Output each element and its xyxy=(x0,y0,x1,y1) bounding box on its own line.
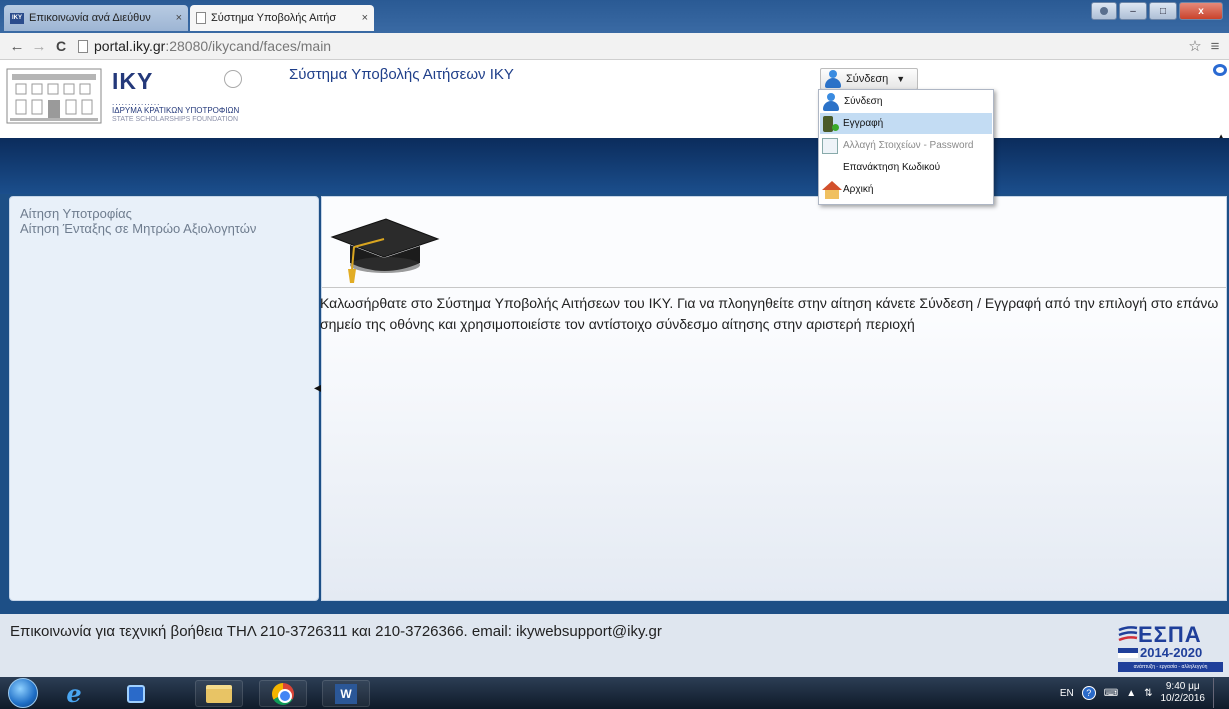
logo-name-greek: ΙΔΡΥΜΑ ΚΡΑΤΙΚΩΝ ΥΠΟΤΡΟΦΙΩΝ xyxy=(112,106,240,115)
browser-menu-icon[interactable]: ≡ xyxy=(1205,38,1225,55)
menu-item-label: Αρχική xyxy=(843,184,874,195)
folder-icon xyxy=(206,684,232,703)
sidebar-item-evaluator-registry[interactable]: Αίτηση Ένταξης σε Μητρώο Αξιολογητών xyxy=(20,221,316,236)
menu-item-label: Επανάκτηση Κωδικού xyxy=(843,162,941,173)
menu-item-label: Σύνδεση xyxy=(844,96,883,107)
support-contact-text: Επικοινωνία για τεχνική βοήθεια ΤΗΛ 210-… xyxy=(10,623,662,640)
search-icon[interactable] xyxy=(1213,64,1227,76)
greek-seal-icon xyxy=(224,70,242,88)
window-controls: – □ x xyxy=(1091,2,1223,20)
clock-date: 10/2/2016 xyxy=(1160,693,1206,704)
building-logo-icon xyxy=(6,68,102,124)
login-menu-button[interactable]: Σύνδεση ▼ xyxy=(820,68,918,90)
taskbar-file-explorer[interactable] xyxy=(195,680,243,707)
show-hidden-icons-icon[interactable]: ▲ xyxy=(1126,688,1136,699)
main-content-panel: Καλωσήρθατε στο Σύστημα Υποβολής Αιτήσεω… xyxy=(320,196,1227,601)
url-host: portal.iky.gr xyxy=(94,38,166,54)
help-icon[interactable]: ? xyxy=(1081,686,1096,700)
chrome-icon xyxy=(272,682,294,705)
close-window-button[interactable]: x xyxy=(1179,2,1223,20)
home-icon xyxy=(822,180,842,199)
user-icon xyxy=(822,92,840,111)
page-title: Σύστημα Υποβολής Αιτήσεων ΙΚΥ xyxy=(289,66,514,83)
menu-item-label: Εγγραφή xyxy=(843,118,884,129)
network-icon[interactable]: ⇅ xyxy=(1144,688,1152,699)
show-desktop-button[interactable] xyxy=(1213,678,1225,708)
word-icon: W xyxy=(335,683,357,704)
keyboard-icon[interactable]: ⌨ xyxy=(1104,688,1118,699)
content-divider xyxy=(322,287,1226,288)
user-icon xyxy=(824,70,842,88)
back-arrow-icon[interactable]: ← xyxy=(6,38,28,55)
system-tray: EN ? ⌨ ▲ ⇅ 9:40 μμ 10/2/2016 xyxy=(1060,677,1225,709)
start-button[interactable] xyxy=(8,678,38,708)
register-icon xyxy=(822,115,840,133)
page-icon xyxy=(78,39,88,53)
iky-favicon-icon: IKY xyxy=(10,12,24,24)
windows-taskbar: e W EN ? ⌨ ▲ ⇅ 9:40 μμ 10/2/2016 xyxy=(0,677,1229,709)
header-band xyxy=(0,138,1229,194)
login-button-label: Σύνδεση xyxy=(846,73,889,85)
menu-item-home[interactable]: Αρχική xyxy=(820,179,992,200)
menu-item-register[interactable]: Εγγραφή xyxy=(820,113,992,134)
taskbar-word[interactable]: W xyxy=(322,680,370,707)
menu-item-recover-password[interactable]: Επανάκτηση Κωδικού xyxy=(820,157,992,178)
iky-logo[interactable]: IKY ............... ΙΔΡΥΜΑ ΚΡΑΤΙΚΩΝ ΥΠΟΤ… xyxy=(4,64,274,128)
tab-close-icon[interactable]: × xyxy=(362,12,368,24)
taskbar-chrome[interactable] xyxy=(259,680,307,707)
tab-title: Σύστημα Υποβολής Αιτήσ xyxy=(211,12,337,24)
eu-flag-icon xyxy=(1118,648,1138,658)
menu-item-login[interactable]: Σύνδεση xyxy=(820,91,992,112)
taskbar-media-player[interactable] xyxy=(112,680,160,707)
espa-logo: ΕΣΠΑ 2014-2020 ανάπτυξη - εργασία - αλλη… xyxy=(1118,622,1223,674)
logo-name-english: STATE SCHOLARSHIPS FOUNDATION xyxy=(112,116,239,123)
clock[interactable]: 9:40 μμ 10/2/2016 xyxy=(1161,681,1206,705)
chevron-down-icon: ▼ xyxy=(896,74,906,84)
graduation-cap-icon xyxy=(330,218,440,283)
browser-tab-strip: IKY Επικοινωνία ανά Διεύθυν × Σύστημα Υπ… xyxy=(0,0,1229,33)
portal-footer: Επικοινωνία για τεχνική βοήθεια ΤΗΛ 210-… xyxy=(0,614,1229,677)
maximize-button[interactable]: □ xyxy=(1149,2,1177,20)
tab-close-icon[interactable]: × xyxy=(176,12,182,24)
left-navigation-panel: Αίτηση Υποτροφίας Αίτηση Ένταξης σε Μητρ… xyxy=(9,196,319,601)
espa-years: 2014-2020 xyxy=(1140,645,1203,660)
address-bar[interactable]: portal.iky.gr :28080/ikycand/faces/main xyxy=(78,38,1185,54)
user-profile-icon[interactable] xyxy=(1091,2,1117,20)
media-player-icon xyxy=(127,684,145,703)
logo-abbreviation: IKY xyxy=(112,68,154,94)
internet-explorer-icon: e xyxy=(66,679,82,708)
browser-toolbar: ← → C portal.iky.gr :28080/ikycand/faces… xyxy=(0,33,1229,60)
clock-time: 9:40 μμ xyxy=(1165,681,1200,692)
edit-icon xyxy=(822,137,838,154)
language-indicator[interactable]: EN xyxy=(1060,688,1074,699)
reload-icon[interactable]: C xyxy=(50,38,72,54)
sidebar-item-scholarship-application[interactable]: Αίτηση Υποτροφίας xyxy=(20,206,316,221)
url-path: :28080/ikycand/faces/main xyxy=(165,38,332,54)
menu-item-change-details[interactable]: Αλλαγή Στοιχείων - Password xyxy=(820,135,992,156)
tab-title: Επικοινωνία ανά Διεύθυν xyxy=(29,12,151,24)
espa-slogan: ανάπτυξη - εργασία - αλληλεγγύη xyxy=(1118,662,1223,672)
taskbar-internet-explorer[interactable]: e xyxy=(50,679,98,708)
menu-item-label: Αλλαγή Στοιχείων - Password xyxy=(843,140,974,151)
page-icon xyxy=(196,12,206,24)
forward-arrow-icon[interactable]: → xyxy=(28,38,50,55)
collapse-panel-icon[interactable]: ◀ xyxy=(314,383,322,395)
tab-application-system[interactable]: Σύστημα Υποβολής Αιτήσ × xyxy=(190,5,374,31)
bookmark-star-icon[interactable]: ☆ xyxy=(1185,37,1205,55)
espa-swoosh-icon xyxy=(1118,626,1138,642)
portal-header: IKY ............... ΙΔΡΥΜΑ ΚΡΑΤΙΚΩΝ ΥΠΟΤ… xyxy=(0,60,1229,141)
minimize-button[interactable]: – xyxy=(1119,2,1147,20)
welcome-message: Καλωσήρθατε στο Σύστημα Υποβολής Αιτήσεω… xyxy=(320,295,1219,332)
login-dropdown-menu: Σύνδεση Εγγραφή Αλλαγή Στοιχείων - Passw… xyxy=(818,89,994,205)
tab-support-contacts[interactable]: IKY Επικοινωνία ανά Διεύθυν × xyxy=(4,5,188,31)
